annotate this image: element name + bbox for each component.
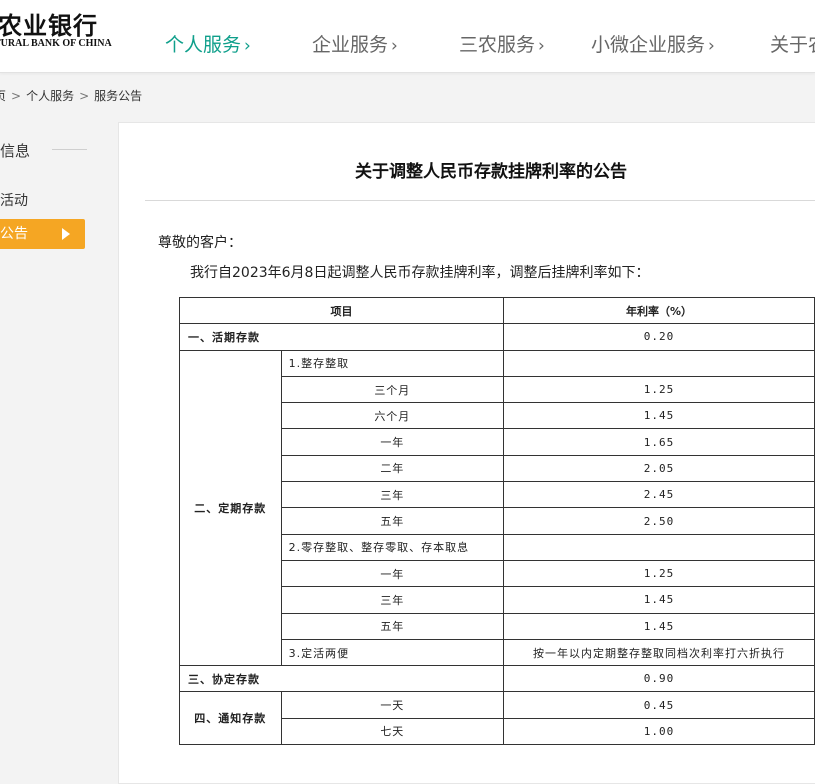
term-label: 五年 <box>280 612 505 640</box>
empty-cell <box>503 533 815 561</box>
rate-value: 1.25 <box>503 375 815 404</box>
category-time-deposit: 二、定期存款 <box>179 349 282 667</box>
chevron-right-icon: › <box>538 36 545 56</box>
table-row: 一、活期存款 0.20 <box>178 323 815 351</box>
rate-value: 2.45 <box>503 481 815 509</box>
rate-note: 按一年以内定期整存整取同档次利率打六折执行 <box>503 638 815 667</box>
column-header-rate: 年利率（%） <box>503 296 815 325</box>
rate-value: 1.45 <box>503 612 815 640</box>
nav-rural-services[interactable]: 三农服务 › <box>459 30 545 57</box>
rate-value: 0.20 <box>503 323 815 351</box>
term-label: 三年 <box>280 481 505 509</box>
chevron-right-icon: > <box>79 89 90 103</box>
rate-value: 1.45 <box>503 402 815 430</box>
term-label: 二年 <box>280 454 505 483</box>
term-label: 一年 <box>280 559 505 588</box>
breadcrumb-service-notices[interactable]: 服务公告 <box>94 89 142 103</box>
category-notice-deposit: 四、通知存款 <box>179 691 282 746</box>
bank-logo-chinese[interactable]: 农业银行 <box>0 6 98 41</box>
rate-value: 2.50 <box>503 507 815 535</box>
rate-value: 1.45 <box>503 586 815 614</box>
empty-cell <box>503 349 815 377</box>
rate-value: 1.00 <box>503 717 815 746</box>
term-label: 七天 <box>280 717 505 746</box>
chevron-right-icon: > <box>11 89 22 103</box>
rate-value: 0.45 <box>503 691 815 719</box>
sidebar-item-activities[interactable]: 活动 <box>0 190 28 210</box>
breadcrumb: 页 > 个人服务 > 服务公告 <box>0 87 142 104</box>
category-demand-deposit: 一、活期存款 <box>178 323 505 351</box>
nav-label: 三农服务 <box>459 34 536 56</box>
breadcrumb-home[interactable]: 页 <box>0 89 6 103</box>
nav-about[interactable]: 关于农 <box>770 30 815 57</box>
chevron-right-icon: › <box>708 36 715 56</box>
sidebar-item-notices[interactable]: 公告 <box>0 219 85 249</box>
sidebar-title: 信息 <box>0 142 31 160</box>
rate-value: 1.65 <box>503 428 815 456</box>
table-row: 四、通知存款 一天 0.45 <box>179 691 815 746</box>
table-row: 二、定期存款 1.整存整取 <box>179 349 815 667</box>
chevron-right-icon: › <box>244 36 251 56</box>
site-header: 农业银行 TURAL BANK OF CHINA 个人服务 › 企业服务 › 三农服… <box>0 0 815 73</box>
rate-value: 0.90 <box>503 665 815 693</box>
subcategory-lump-sum: 1.整存整取 <box>280 349 505 377</box>
term-label: 一年 <box>280 428 505 456</box>
rate-value: 1.25 <box>503 559 815 588</box>
title-divider <box>145 200 815 201</box>
nav-corporate-services[interactable]: 企业服务 › <box>312 30 398 57</box>
breadcrumb-personal-services[interactable]: 个人服务 <box>26 89 74 103</box>
sidebar-item-label: 公告 <box>0 226 28 242</box>
nav-label: 企业服务 <box>312 34 389 56</box>
term-label: 三年 <box>280 586 505 614</box>
article-greeting: 尊敬的客户： <box>158 235 242 251</box>
nav-label: 小微企业服务 <box>591 34 706 56</box>
table-row: 三、协定存款 0.90 <box>178 665 815 693</box>
article-intro: 我行自2023年6月8日起调整人民币存款挂牌利率，调整后挂牌利率如下： <box>190 265 650 281</box>
chevron-right-icon: › <box>391 36 398 56</box>
bank-logo-english[interactable]: TURAL BANK OF CHINA <box>0 38 112 49</box>
term-label: 五年 <box>280 507 505 535</box>
subcategory-flexible: 3.定活两便 <box>280 638 505 667</box>
nav-personal-services[interactable]: 个人服务 › <box>165 30 251 57</box>
subcategory-installment: 2.零存整取、整存零取、存本取息 <box>280 533 505 561</box>
nav-label: 关于农 <box>770 34 815 56</box>
category-agreement-deposit: 三、协定存款 <box>178 665 505 693</box>
nav-small-business-services[interactable]: 小微企业服务 › <box>591 30 715 57</box>
sidebar-divider <box>52 149 87 150</box>
article-title: 关于调整人民币存款挂牌利率的公告 <box>355 162 627 182</box>
rate-table: 项目 年利率（%） 一、活期存款 0.20 二、定期存款 1.整存整取 三个月 … <box>178 296 815 746</box>
nav-label: 个人服务 <box>165 34 242 56</box>
term-label: 一天 <box>280 691 505 719</box>
table-header-row: 项目 年利率（%） <box>178 296 815 325</box>
triangle-right-icon <box>62 228 70 240</box>
column-header-item: 项目 <box>178 296 505 325</box>
term-label: 三个月 <box>280 375 505 404</box>
rate-value: 2.05 <box>503 454 815 483</box>
term-label: 六个月 <box>280 402 505 430</box>
